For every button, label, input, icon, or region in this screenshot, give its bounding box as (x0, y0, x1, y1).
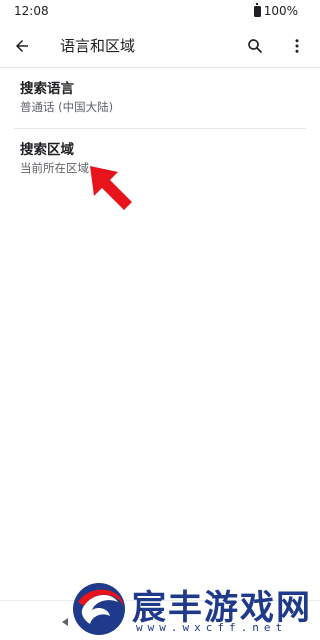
pref-search-region[interactable]: 搜索区域 当前所在区域 (0, 141, 320, 189)
battery-level: 100% (263, 4, 298, 18)
divider (14, 128, 306, 129)
status-indicators: 100% (253, 3, 298, 18)
pref-summary: 普通话 (中国大陆) (20, 100, 114, 114)
nav-back-icon[interactable] (62, 618, 68, 626)
search-icon (248, 39, 262, 53)
pref-summary: 当前所在区域 (20, 161, 89, 175)
back-button[interactable] (10, 34, 34, 58)
more-vert-icon (295, 39, 299, 53)
pref-title: 搜索语言 (20, 81, 74, 97)
watermark: 宸丰游戏网 www.wxcff.net (70, 578, 320, 640)
arrow-back-icon (16, 40, 28, 52)
dragon-logo-icon (73, 583, 125, 635)
app-bar: 语言和区域 (0, 24, 320, 68)
page-title: 语言和区域 (60, 37, 136, 55)
status-bar: 12:08 100% (0, 0, 320, 24)
status-time: 12:08 (14, 4, 49, 18)
search-button[interactable] (243, 34, 267, 58)
watermark-url: www.wxcff.net (136, 621, 288, 634)
more-options-button[interactable] (285, 34, 309, 58)
pref-title: 搜索区域 (20, 142, 74, 158)
red-arrow-pointer-icon (90, 166, 132, 210)
pref-search-language[interactable]: 搜索语言 普通话 (中国大陆) (0, 80, 320, 128)
battery-icon (253, 3, 261, 17)
